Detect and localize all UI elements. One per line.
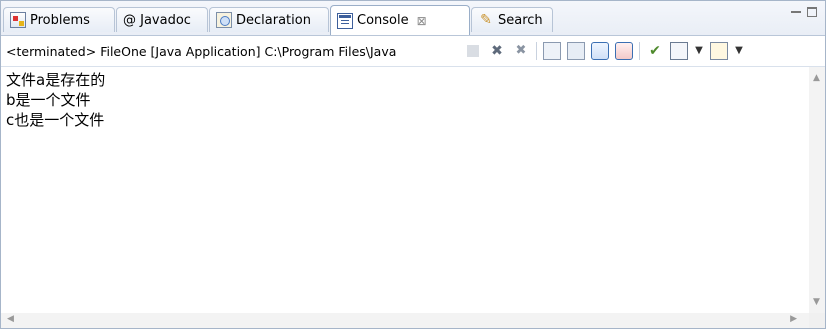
remove-all-terminated-icon[interactable]: ✖ xyxy=(512,42,530,60)
tab-javadoc[interactable]: @ Javadoc xyxy=(116,7,208,32)
display-console-icon[interactable] xyxy=(670,42,688,60)
console-line: 文件a是存在的 xyxy=(6,71,106,89)
tab-label: @ Javadoc xyxy=(123,12,191,28)
vertical-scrollbar[interactable]: ▲ ▼ xyxy=(809,67,825,313)
scroll-up-icon[interactable]: ▲ xyxy=(813,73,820,83)
chevron-down-icon[interactable]: ▼ xyxy=(694,42,704,60)
remove-launch-icon[interactable]: ✖ xyxy=(488,42,506,60)
window-controls xyxy=(791,7,817,17)
tab-label: Console xyxy=(357,13,409,28)
tab-label: Problems xyxy=(30,12,90,28)
console-line: b是一个文件 xyxy=(6,91,91,109)
toolbar-separator xyxy=(639,42,640,60)
declaration-icon xyxy=(216,12,232,28)
clear-console-icon[interactable] xyxy=(543,42,561,60)
toolbar-buttons: ✖ ✖ ✔ ▼ ▼ xyxy=(464,42,744,60)
scroll-left-icon[interactable]: ◀ xyxy=(7,314,14,324)
tab-label: Declaration xyxy=(236,12,311,28)
console-output[interactable]: 文件a是存在的 b是一个文件 c也是一个文件 xyxy=(1,67,809,313)
tab-console[interactable]: Console ⊠ xyxy=(330,5,470,35)
scroll-right-icon[interactable]: ▶ xyxy=(790,314,797,324)
close-icon[interactable]: ⊠ xyxy=(417,14,427,28)
show-on-stderr-icon[interactable] xyxy=(615,42,633,60)
toolbar-separator xyxy=(536,42,537,60)
problems-icon xyxy=(10,12,26,28)
tab-problems[interactable]: Problems xyxy=(3,7,115,32)
scroll-down-icon[interactable]: ▼ xyxy=(813,297,820,307)
scrollbar-corner xyxy=(809,313,825,328)
terminate-icon[interactable] xyxy=(467,45,479,57)
console-icon xyxy=(337,12,353,29)
console-line: c也是一个文件 xyxy=(6,111,105,129)
pin-console-icon[interactable]: ✔ xyxy=(646,42,664,60)
console-view: Problems @ Javadoc Declaration Console ⊠… xyxy=(0,0,826,329)
process-status: <terminated> FileOne [Java Application] … xyxy=(6,43,397,59)
tab-strip: Problems @ Javadoc Declaration Console ⊠… xyxy=(1,1,825,36)
tab-search[interactable]: ✎ Search xyxy=(471,7,553,32)
open-console-icon[interactable] xyxy=(710,42,728,60)
horizontal-scrollbar[interactable]: ◀ ▶ xyxy=(1,313,809,328)
chevron-down-icon[interactable]: ▼ xyxy=(734,42,744,60)
tab-declaration[interactable]: Declaration xyxy=(209,7,329,32)
search-icon: ✎ xyxy=(480,12,492,28)
tab-label: Search xyxy=(498,12,543,28)
scroll-lock-icon[interactable] xyxy=(567,42,585,60)
minimize-icon[interactable] xyxy=(791,7,801,13)
show-on-stdout-icon[interactable] xyxy=(591,42,609,60)
maximize-icon[interactable] xyxy=(807,7,817,17)
console-toolbar: <terminated> FileOne [Java Application] … xyxy=(1,36,825,67)
